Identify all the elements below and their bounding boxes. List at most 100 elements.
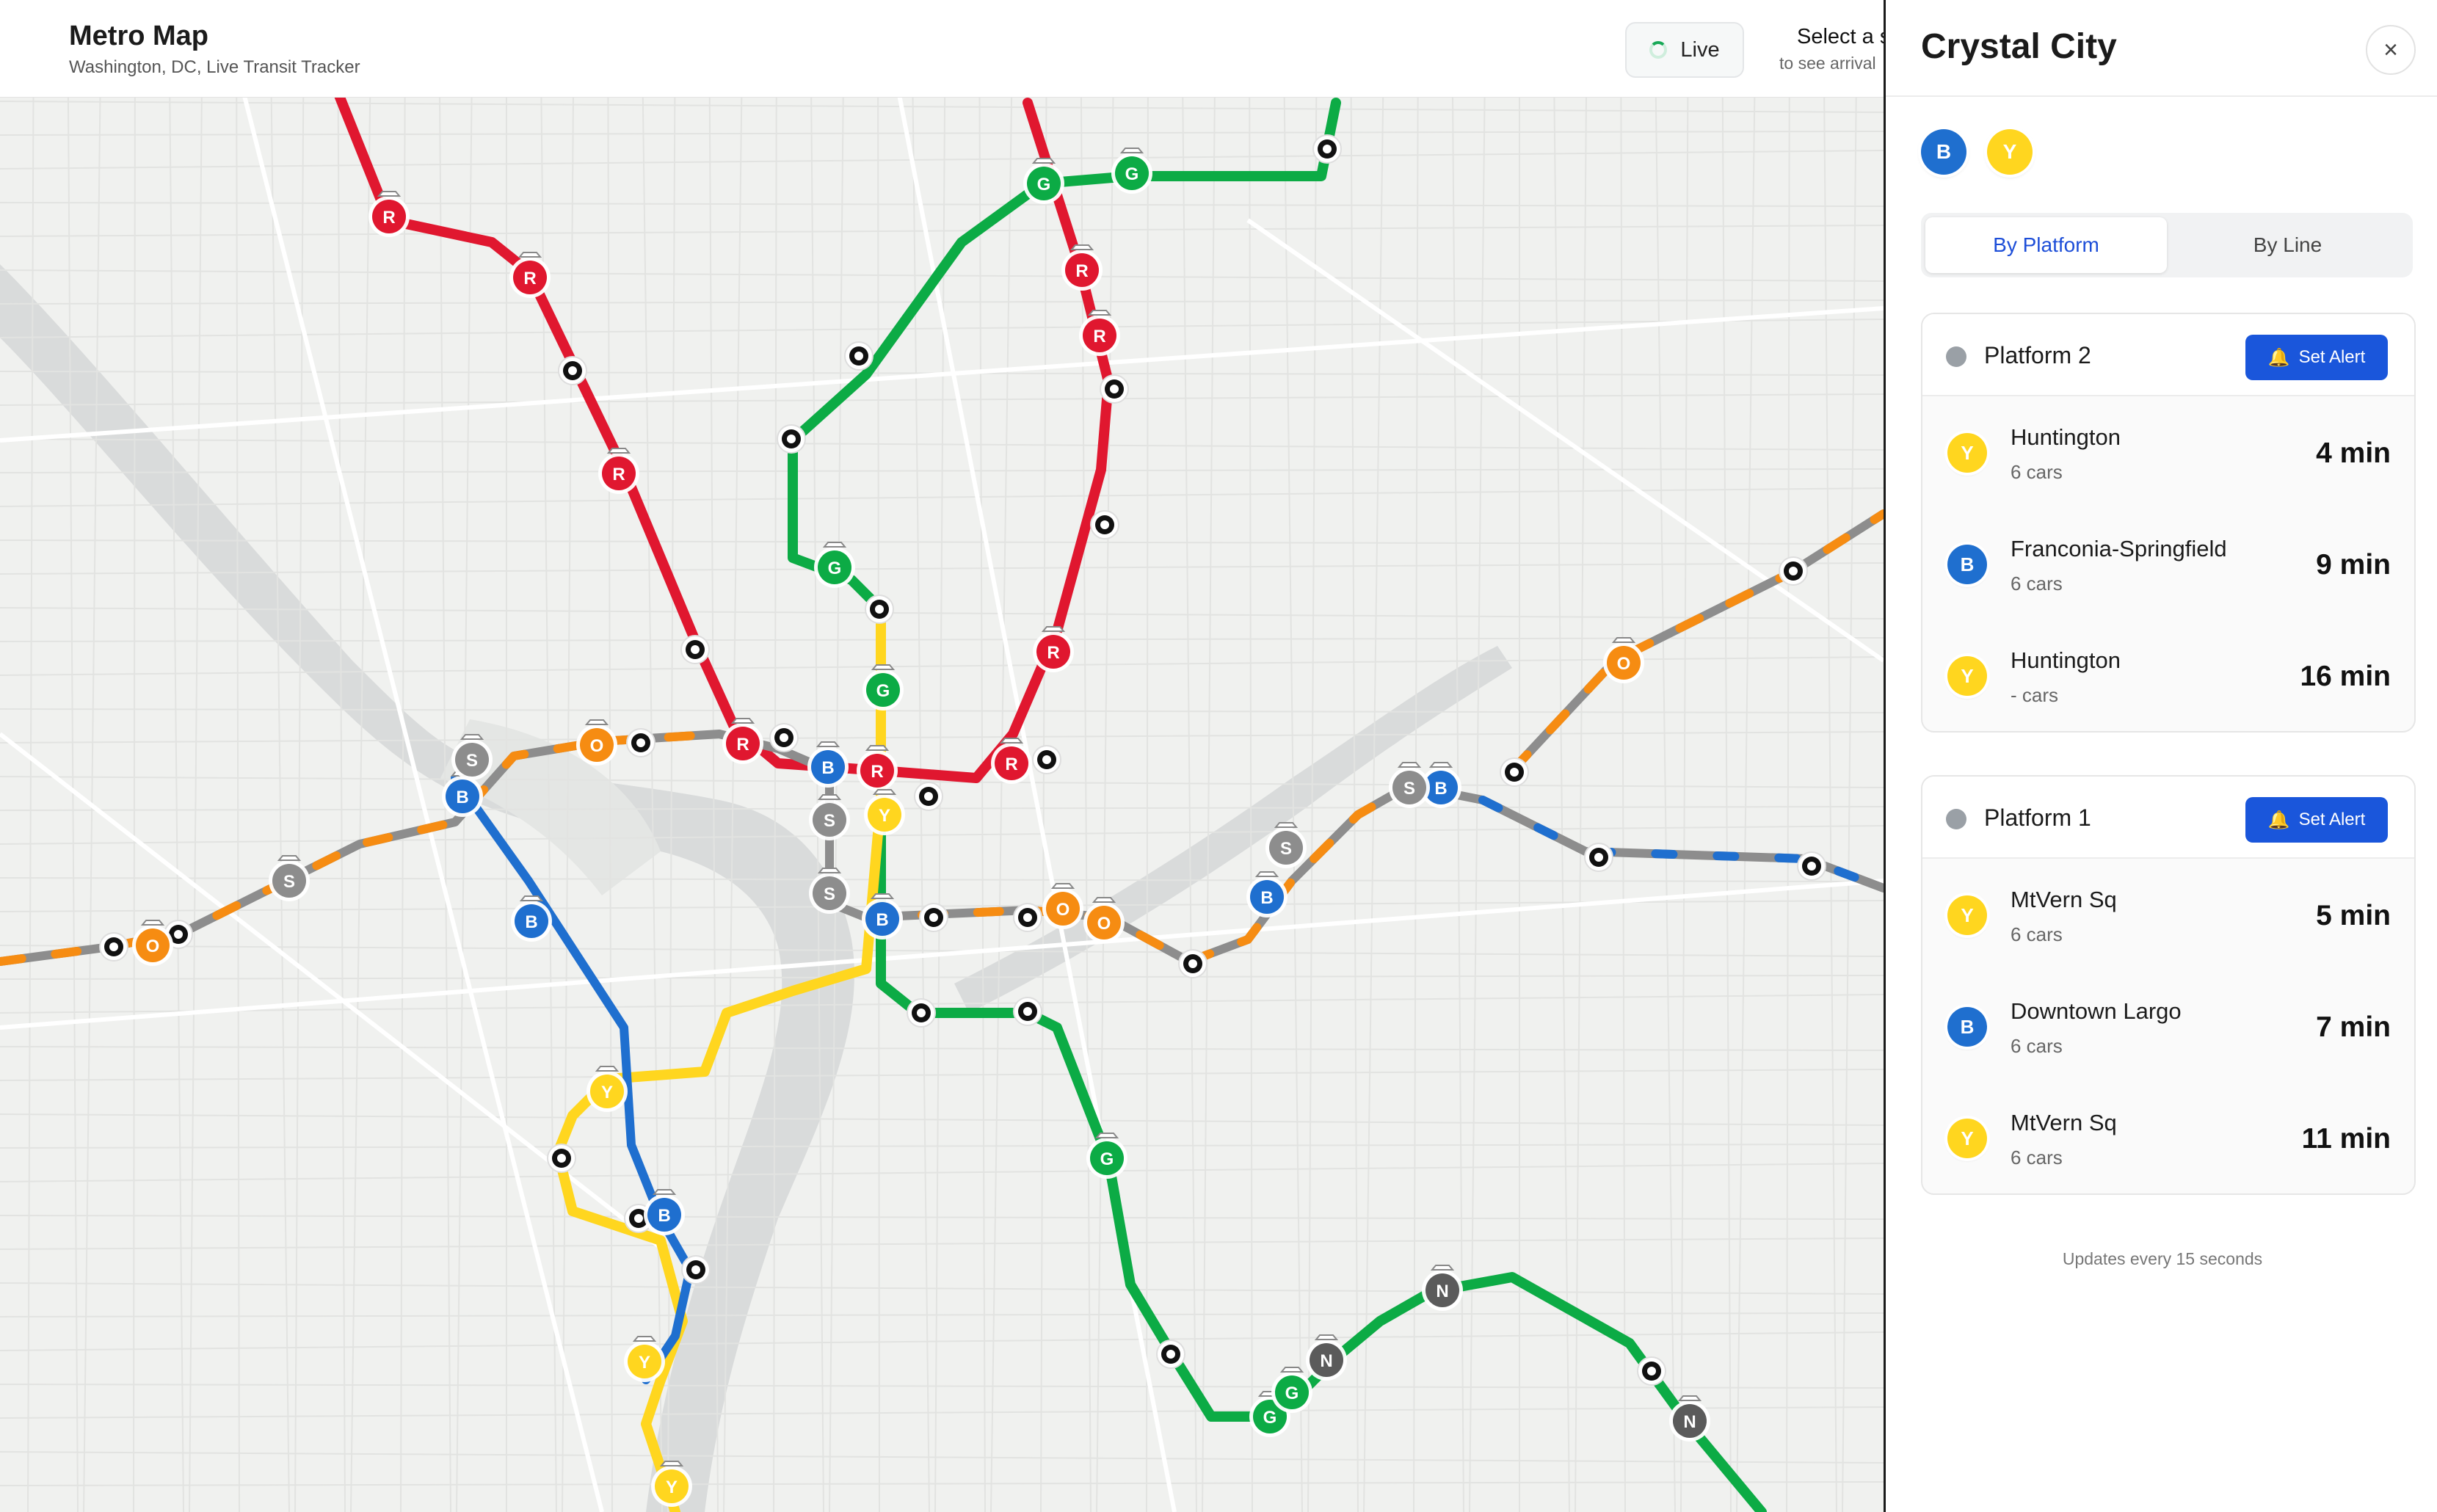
station-marker[interactable] [1013, 997, 1042, 1026]
station-marker[interactable] [914, 782, 943, 811]
station-marker[interactable] [547, 1144, 576, 1173]
station-marker[interactable] [1013, 903, 1042, 932]
app-title: Metro Map [69, 21, 208, 51]
arrival-time: 4 min [2316, 437, 2391, 469]
station-marker[interactable] [558, 356, 587, 385]
train-marker[interactable]: G [814, 542, 855, 588]
set-alert-button[interactable]: 🔔 Set Alert [2245, 335, 2388, 380]
train-label: B [1260, 888, 1273, 908]
station-marker[interactable] [1090, 510, 1119, 539]
loading-spinner-icon [1649, 41, 1668, 59]
train-marker[interactable]: R [368, 191, 410, 237]
station-marker[interactable] [1779, 556, 1808, 586]
station-marker[interactable] [681, 1255, 711, 1284]
arrival-destination: MtVern Sq [2011, 887, 2117, 912]
station-marker[interactable] [769, 723, 799, 752]
station-marker[interactable] [626, 728, 655, 757]
train-marker[interactable]: Y [864, 789, 905, 835]
select-hint-line1: Select a s [1797, 25, 1884, 48]
arrival-row[interactable]: Y Huntington - cars 16 min [1922, 619, 2414, 731]
train-marker[interactable]: R [1061, 244, 1103, 291]
line-badge-yellow: Y [1987, 129, 2033, 175]
arrival-line-badge: Y [1947, 656, 1987, 696]
station-marker[interactable] [1637, 1356, 1666, 1386]
train-marker[interactable]: R [1079, 310, 1120, 356]
train-marker[interactable]: G [1111, 148, 1152, 194]
train-label: S [1280, 839, 1292, 859]
arrival-row[interactable]: B Downtown Largo 6 cars 7 min [1922, 970, 2414, 1082]
arrival-line-badge: Y [1947, 895, 1987, 935]
station-marker[interactable] [777, 424, 806, 454]
station-marker[interactable] [1156, 1340, 1185, 1369]
train-marker[interactable]: N [1306, 1334, 1347, 1381]
set-alert-button[interactable]: 🔔 Set Alert [2245, 797, 2388, 843]
tab-by-platform[interactable]: By Platform [1925, 217, 2167, 273]
arrival-line-badge: Y [1947, 433, 1987, 473]
train-label: B [456, 788, 468, 807]
station-marker[interactable] [865, 595, 894, 624]
train-marker[interactable]: G [1086, 1133, 1127, 1179]
train-marker[interactable]: G [1271, 1367, 1312, 1413]
line-badge-blue: B [1921, 129, 1966, 175]
station-marker[interactable] [680, 635, 710, 664]
train-marker[interactable]: S [269, 855, 310, 901]
station-marker[interactable] [1584, 843, 1613, 872]
train-marker[interactable]: O [1042, 883, 1083, 929]
arrival-row[interactable]: Y MtVern Sq 6 cars 11 min [1922, 1082, 2414, 1193]
arrival-cars: - cars [2011, 684, 2058, 706]
metro-map-canvas[interactable]: RRRRRRRRRGGGGGGGYYYYBBB BBBBOOOOOSSSSSSNN… [0, 0, 1884, 1512]
station-marker[interactable] [844, 341, 874, 371]
train-marker[interactable]: S [809, 794, 850, 840]
station-marker[interactable] [1312, 134, 1342, 164]
platform-title: Platform 1 [1984, 804, 2091, 831]
train-marker[interactable]: B [1246, 871, 1287, 917]
train-label: O [590, 736, 604, 756]
train-marker[interactable]: G [1023, 158, 1064, 204]
station-marker[interactable] [1797, 851, 1826, 881]
station-panel: Crystal City × B Y By Platform By Line P… [1884, 0, 2437, 1512]
close-button[interactable]: × [2366, 25, 2416, 75]
metro-map[interactable]: RRRRRRRRRGGGGGGGYYYYBBBBBBBOOOOOSSSSSSNN… [0, 0, 1884, 1512]
arrival-time: 5 min [2316, 900, 2391, 931]
train-marker[interactable]: S [1389, 762, 1430, 808]
train-label: Y [879, 806, 890, 826]
arrival-row[interactable]: Y Huntington 6 cars 4 min [1922, 396, 2414, 508]
train-label: B [658, 1206, 670, 1226]
platform-title: Platform 2 [1984, 342, 2091, 368]
station-marker[interactable] [919, 903, 948, 932]
train-label: N [1320, 1351, 1332, 1371]
train-marker[interactable]: R [598, 448, 639, 494]
train-label: S [466, 751, 478, 771]
train-marker[interactable]: N [1422, 1265, 1463, 1311]
station-marker[interactable] [907, 998, 936, 1028]
train-label: G [1100, 1149, 1114, 1169]
station-marker[interactable] [99, 932, 128, 962]
platform-card: Platform 2 🔔 Set Alert Y Huntington 6 ca… [1921, 313, 2416, 733]
app-subtitle: Washington, DC, Live Transit Tracker [69, 57, 360, 77]
station-marker[interactable] [1100, 374, 1129, 404]
platform-header: Platform 2 🔔 Set Alert [1922, 314, 2414, 396]
tab-by-line[interactable]: By Line [2167, 217, 2408, 273]
arrival-row[interactable]: Y MtVern Sq 6 cars 5 min [1922, 859, 2414, 970]
update-note: Updates every 15 seconds [2062, 1249, 2263, 1268]
bell-icon: 🔔 [2267, 347, 2290, 368]
train-marker[interactable]: O [576, 719, 617, 766]
station-marker[interactable] [1500, 757, 1529, 787]
platform-card: Platform 1 🔔 Set Alert Y MtVern Sq 6 car… [1921, 775, 2416, 1195]
train-label: B [1434, 779, 1447, 799]
arrival-row[interactable]: B Franconia-Springfield 6 cars 9 min [1922, 508, 2414, 619]
train-marker[interactable]: R [857, 745, 898, 791]
train-marker[interactable]: R [1033, 626, 1074, 672]
train-marker[interactable]: G [862, 664, 904, 710]
platform-status-dot [1946, 346, 1966, 367]
station-marker[interactable] [1032, 745, 1061, 774]
set-alert-label: Set Alert [2298, 347, 2366, 367]
arrival-time: 16 min [2300, 661, 2391, 692]
close-icon: × [2383, 35, 2398, 64]
station-marker[interactable] [1178, 949, 1207, 978]
live-button[interactable]: Live [1625, 22, 1744, 78]
arrival-cars: 6 cars [2011, 1146, 2063, 1168]
train-marker[interactable]: B [807, 741, 849, 788]
top-bar: Metro Map Washington, DC, Live Transit T… [0, 0, 1884, 98]
station-lines: B Y [1921, 129, 2033, 175]
